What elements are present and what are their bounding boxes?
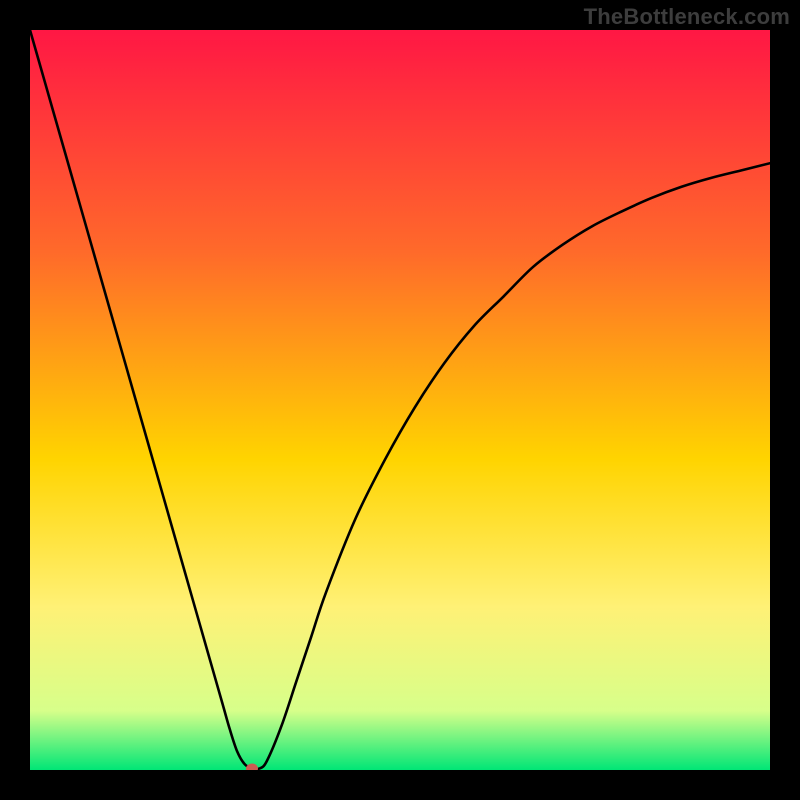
watermark-text: TheBottleneck.com: [584, 4, 790, 30]
plot-svg: [30, 30, 770, 770]
plot-area: [30, 30, 770, 770]
gradient-background: [30, 30, 770, 770]
chart-frame: TheBottleneck.com: [0, 0, 800, 800]
